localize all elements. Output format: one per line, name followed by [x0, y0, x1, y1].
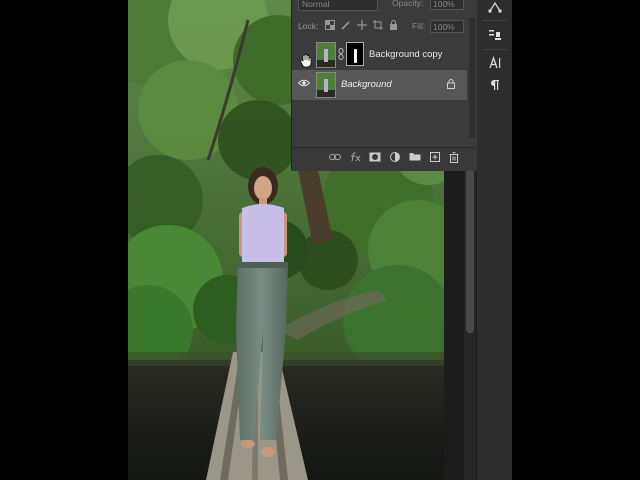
fill-field[interactable]: 100%	[430, 20, 464, 33]
mask-figure-shape	[354, 49, 357, 63]
layer-name[interactable]: Background copy	[369, 49, 442, 60]
lock-row: Lock: Fill: 100%	[292, 18, 477, 34]
folder-icon[interactable]	[408, 152, 422, 166]
layer-thumbnail	[316, 72, 336, 98]
fill-label: Fill:	[412, 21, 426, 31]
layer-name[interactable]: Background	[341, 79, 392, 90]
character-icon[interactable]	[485, 56, 505, 74]
layer-row-background[interactable]: Background	[292, 70, 467, 100]
eye-icon[interactable]	[297, 79, 311, 91]
layers-panel: Normal Opacity: 100% Lock: Fill: 100% Ba…	[291, 0, 477, 171]
properties-icon[interactable]	[485, 28, 505, 46]
opacity-field[interactable]: 100%	[430, 0, 464, 10]
blend-mode-select[interactable]: Normal	[298, 0, 378, 11]
lock-pixels-icon[interactable]	[340, 20, 351, 31]
toolbar-divider	[483, 20, 507, 21]
link-icon[interactable]	[328, 152, 342, 166]
new-layer-icon[interactable]	[428, 152, 442, 166]
right-panel-strip	[476, 0, 513, 480]
hand-cursor-icon	[300, 54, 312, 68]
lock-transparency-icon[interactable]	[324, 20, 335, 31]
lock-label: Lock:	[298, 21, 319, 31]
mask-icon[interactable]	[368, 152, 382, 166]
layer-thumbnail	[316, 42, 336, 68]
trash-icon[interactable]	[447, 152, 461, 166]
fx-icon[interactable]	[348, 152, 362, 166]
path-select-icon[interactable]	[485, 0, 505, 18]
blend-options-row: Normal Opacity: 100%	[292, 0, 477, 14]
toolbar-divider	[483, 49, 507, 50]
panel-scrollbar[interactable]	[469, 18, 475, 138]
opacity-label: Opacity:	[392, 0, 424, 8]
mask-link-icon[interactable]	[338, 48, 344, 60]
lock-artboard-icon[interactable]	[372, 20, 383, 31]
black-margin	[512, 0, 640, 480]
adjustment-icon[interactable]	[388, 152, 402, 166]
lock-icon[interactable]	[446, 79, 456, 90]
lock-position-icon[interactable]	[356, 20, 367, 31]
scrollbar-thumb[interactable]	[466, 168, 474, 333]
lock-all-icon[interactable]	[388, 20, 399, 31]
paragraph-icon[interactable]	[485, 78, 505, 96]
layers-panel-footer	[292, 147, 477, 171]
layer-row-background-copy[interactable]: Background copy	[292, 40, 467, 70]
layer-mask-thumbnail[interactable]	[346, 42, 364, 66]
